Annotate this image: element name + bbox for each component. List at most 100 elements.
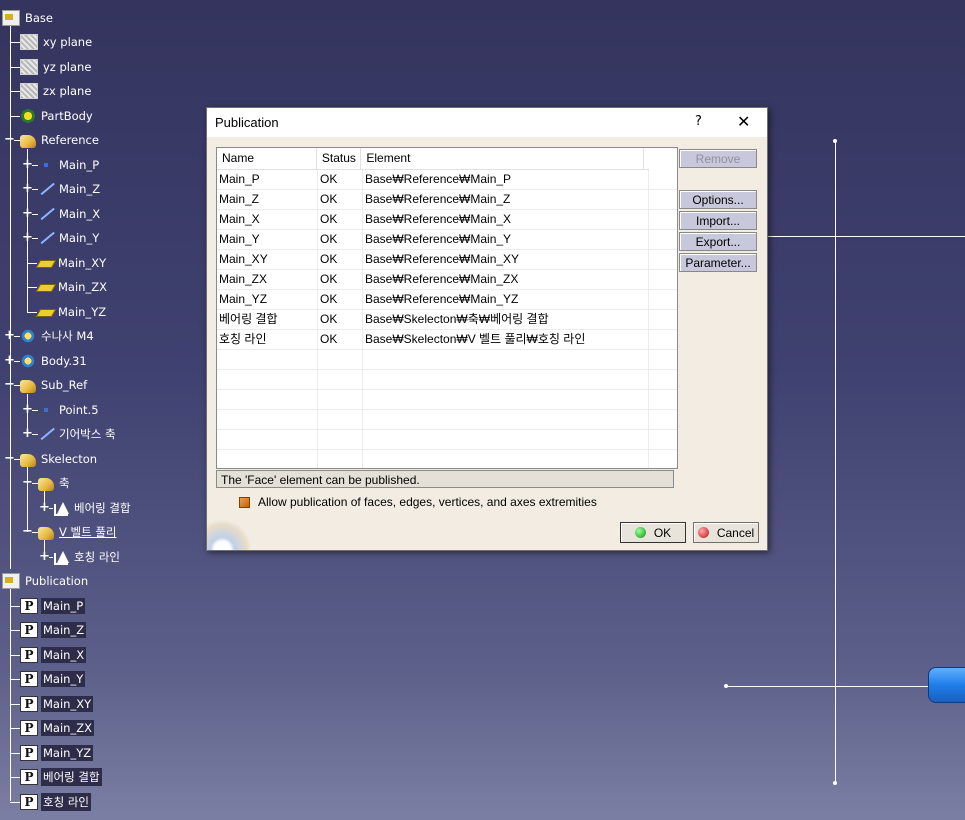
tree-item-partbody[interactable]: PartBody — [10, 107, 95, 125]
tree-pub-main-yz[interactable]: P Main_YZ — [10, 744, 94, 762]
table-row[interactable]: Main_Z OK Base₩Reference₩Main_Z — [217, 190, 677, 210]
expand-icon[interactable]: + — [39, 501, 50, 514]
table-row[interactable]: 베어링 결합 OK Base₩Skelecton₩축₩베어링 결합 — [217, 310, 677, 330]
tree-pub-main-z[interactable]: P Main_Z — [10, 621, 87, 639]
tree-item-sub-ref[interactable]: − Sub_Ref — [4, 376, 89, 394]
line-icon — [38, 230, 54, 246]
tree-root-base[interactable]: Base — [2, 9, 55, 27]
tree-item-main-z[interactable]: + Main_Z — [22, 180, 102, 198]
import-button[interactable]: Import... — [679, 211, 757, 230]
allow-publication-checkbox[interactable] — [239, 496, 250, 508]
tree-item-main-p[interactable]: + Main_P — [22, 156, 101, 174]
table-row[interactable]: Main_ZX OK Base₩Reference₩Main_ZX — [217, 270, 677, 290]
3d-part-model[interactable] — [928, 667, 965, 703]
table-row[interactable]: 호칭 라인 OK Base₩Skelecton₩V 벨트 풀리₩호칭 라인 — [217, 330, 677, 350]
collapse-icon[interactable]: − — [22, 525, 33, 538]
cell-filler — [649, 210, 677, 229]
cell-name: 베어링 결합 — [217, 310, 318, 329]
expand-icon[interactable]: + — [22, 158, 33, 171]
cell-status — [318, 370, 363, 389]
body-icon — [20, 108, 36, 124]
tree-pub-main-zx[interactable]: P Main_ZX — [10, 719, 94, 737]
tree-item-body31[interactable]: + Body.31 — [4, 352, 89, 370]
line-icon — [38, 181, 54, 197]
expand-icon[interactable]: + — [22, 207, 33, 220]
cell-element: Base₩Reference₩Main_YZ — [363, 290, 649, 309]
cancel-button[interactable]: Cancel — [693, 522, 759, 543]
column-header-status[interactable]: Status — [317, 148, 362, 169]
tree-item-zx-plane[interactable]: zx plane — [10, 82, 93, 100]
tree-pub-pitch-line[interactable]: P 호칭 라인 — [10, 793, 91, 811]
table-row[interactable]: Main_P OK Base₩Reference₩Main_P — [217, 170, 677, 190]
geometrical-set-icon — [20, 134, 36, 148]
allow-publication-checkbox-row[interactable]: Allow publication of faces, edges, verti… — [239, 495, 597, 509]
expand-icon[interactable]: + — [22, 182, 33, 195]
column-header-name[interactable]: Name — [217, 148, 317, 169]
tree-item-xy-plane[interactable]: xy plane — [10, 33, 94, 51]
tree-item-main-zx[interactable]: Main_ZX — [27, 278, 109, 296]
cell-status: OK — [318, 230, 363, 249]
tree-item-main-yz[interactable]: Main_YZ — [27, 303, 108, 321]
expand-icon[interactable]: + — [4, 354, 15, 367]
line-icon — [38, 426, 54, 442]
ok-label: OK — [653, 525, 672, 540]
cell-status: OK — [318, 290, 363, 309]
remove-button[interactable]: Remove — [679, 149, 757, 168]
tree-item-point5[interactable]: + Point.5 — [22, 401, 101, 419]
plane-icon — [20, 83, 38, 99]
tree-item-skelecton[interactable]: − Skelecton — [4, 450, 99, 468]
parameter-button[interactable]: Parameter... — [679, 253, 757, 272]
tree-item-axis-set[interactable]: − 축 — [22, 474, 72, 492]
tree-pub-bearing-joint[interactable]: P 베어링 결합 — [10, 768, 102, 786]
geometrical-set-icon — [20, 379, 36, 393]
geometrical-set-icon — [38, 526, 54, 540]
tree-item-v-belt-pulley[interactable]: − V 벨트 풀리 — [22, 523, 119, 541]
collapse-icon[interactable]: − — [22, 476, 33, 489]
expand-icon[interactable]: + — [22, 427, 33, 440]
options-button[interactable]: Options... — [679, 190, 757, 209]
tree-item-bearing-joint[interactable]: + 베어링 결합 — [39, 499, 133, 517]
empty-row — [217, 370, 677, 390]
tree-item-pitch-line[interactable]: + 호칭 라인 — [39, 548, 122, 566]
cell-status: OK — [318, 330, 363, 349]
table-row[interactable]: Main_YZ OK Base₩Reference₩Main_YZ — [217, 290, 677, 310]
tree-item-yz-plane[interactable]: yz plane — [10, 58, 93, 76]
table-row[interactable]: Main_XY OK Base₩Reference₩Main_XY — [217, 250, 677, 270]
ok-button[interactable]: OK — [620, 522, 686, 543]
body-icon — [20, 353, 36, 369]
dialog-titlebar[interactable]: Publication ? ✕ — [207, 108, 767, 137]
status-message: The 'Face' element can be published. — [216, 470, 674, 488]
cell-filler — [649, 390, 677, 409]
table-row[interactable]: Main_Y OK Base₩Reference₩Main_Y — [217, 230, 677, 250]
expand-icon[interactable]: + — [39, 550, 50, 563]
tree-pub-main-y[interactable]: P Main_Y — [10, 670, 86, 688]
expand-icon[interactable]: + — [22, 231, 33, 244]
collapse-icon[interactable]: − — [4, 452, 15, 465]
cell-filler — [649, 270, 677, 289]
table-row[interactable]: Main_X OK Base₩Reference₩Main_X — [217, 210, 677, 230]
tree-pub-main-xy[interactable]: P Main_XY — [10, 695, 94, 713]
expand-icon[interactable]: + — [22, 403, 33, 416]
close-icon[interactable]: ✕ — [737, 112, 750, 131]
publication-item-icon: P — [20, 598, 38, 614]
column-header-element[interactable]: Element — [361, 148, 645, 169]
tree-item-screw-m4[interactable]: + 수나사 M4 — [4, 327, 96, 345]
cell-element: Base₩Skelecton₩축₩베어링 결합 — [363, 310, 649, 329]
tree-item-main-x[interactable]: + Main_X — [22, 205, 102, 223]
specification-tree: Base xy plane yz plane zx plane PartBody… — [0, 0, 200, 820]
collapse-icon[interactable]: − — [4, 133, 15, 146]
expand-icon[interactable]: + — [4, 329, 15, 342]
tree-item-publication[interactable]: Publication — [2, 572, 90, 590]
cell-name — [217, 430, 318, 449]
tree-item-main-y[interactable]: + Main_Y — [22, 229, 101, 247]
tree-item-reference[interactable]: − Reference — [4, 131, 101, 149]
tree-item-main-xy[interactable]: Main_XY — [27, 254, 108, 272]
tree-item-gearbox-axis[interactable]: + 기어박스 축 — [22, 425, 118, 443]
collapse-icon[interactable]: − — [4, 378, 15, 391]
export-button[interactable]: Export... — [679, 232, 757, 251]
publication-list[interactable]: Name Status Element Main_P OK Base₩Referen… — [216, 147, 678, 469]
cell-name — [217, 390, 318, 409]
tree-pub-main-x[interactable]: P Main_X — [10, 646, 87, 664]
help-button[interactable]: ? — [695, 114, 702, 129]
tree-pub-main-p[interactable]: P Main_P — [10, 597, 86, 615]
